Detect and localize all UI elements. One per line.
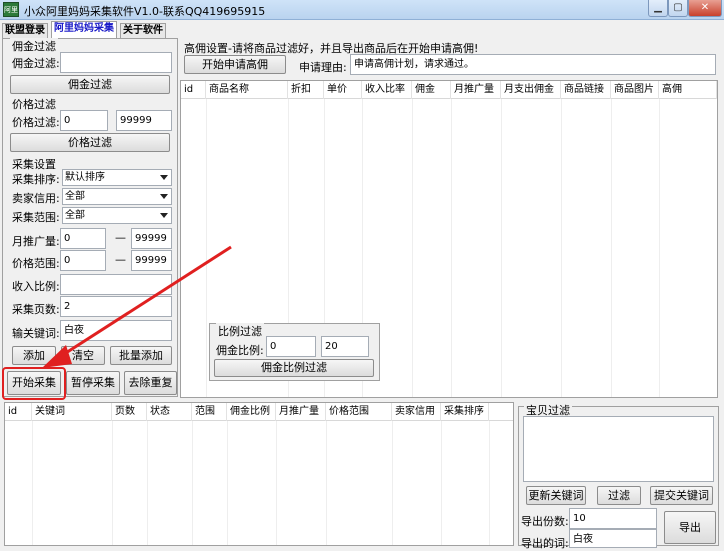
annotation-arrow — [42, 245, 232, 368]
arrow-shaft — [57, 245, 232, 360]
arrow-head — [42, 345, 72, 368]
